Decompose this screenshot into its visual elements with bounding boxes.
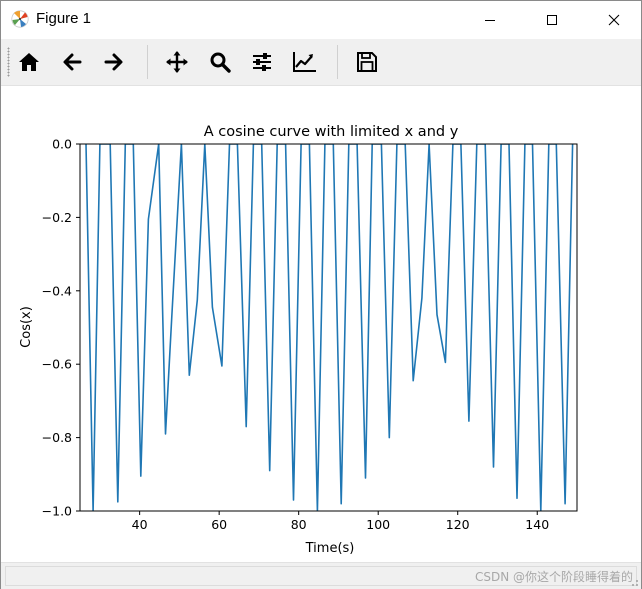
watermark-text: CSDN @你这个阶段睡得着的 (474, 570, 633, 584)
cosine-line-chart: A cosine curve with limited x and y 40 60… (19, 124, 578, 556)
sliders-icon (253, 53, 271, 71)
line-chart-icon (293, 52, 316, 72)
save-button[interactable] (350, 46, 384, 78)
subplots-button[interactable] (245, 46, 279, 78)
figure-canvas[interactable]: A cosine curve with limited x and y 40 60… (1, 86, 641, 562)
arrow-left-icon (63, 53, 82, 71)
y-tick-label: −0.4 (42, 283, 72, 298)
magnifier-icon (210, 52, 231, 73)
x-tick-label: 120 (446, 517, 470, 532)
back-button[interactable] (55, 46, 89, 78)
edit-axes-button[interactable] (288, 46, 322, 78)
status-bar: CSDN @你这个阶段睡得着的 (1, 562, 641, 589)
close-icon (608, 14, 620, 26)
y-axis-ticks: 0.0 −0.2 −0.4 −0.6 −0.8 −1.0 (42, 137, 80, 519)
minimize-icon (485, 20, 495, 21)
navigation-toolbar (1, 39, 641, 86)
forward-button[interactable] (97, 46, 131, 78)
maximize-button[interactable] (529, 1, 575, 39)
series-line-cos (85, 144, 574, 511)
y-tick-label: −1.0 (42, 504, 72, 519)
plot-area (85, 144, 574, 511)
y-tick-label: 0.0 (52, 137, 72, 152)
zoom-button[interactable] (203, 46, 237, 78)
pan-button[interactable] (160, 46, 194, 78)
y-tick-label: −0.2 (42, 210, 72, 225)
close-button[interactable] (591, 1, 637, 39)
floppy-disk-icon (357, 52, 377, 72)
chart-title: A cosine curve with limited x and y (204, 124, 459, 140)
toolbar-grip[interactable] (7, 47, 10, 77)
move-icon (166, 51, 188, 73)
title-bar[interactable]: Figure 1 (1, 1, 641, 39)
y-tick-label: −0.8 (42, 430, 72, 445)
window-title: Figure 1 (36, 10, 92, 27)
home-icon (19, 53, 39, 71)
figure-window: Figure 1 A cosine curve with limited x a… (0, 0, 642, 589)
maximize-icon (547, 15, 557, 25)
matplotlib-logo-icon (11, 10, 29, 28)
toolbar-separator (147, 45, 148, 79)
x-tick-label: 40 (132, 517, 148, 532)
x-tick-label: 100 (366, 517, 390, 532)
x-tick-label: 80 (291, 517, 307, 532)
resize-grip-icon[interactable] (629, 577, 639, 587)
y-tick-label: −0.6 (42, 357, 72, 372)
arrow-right-icon (104, 53, 123, 71)
x-tick-label: 140 (525, 517, 549, 532)
minimize-button[interactable] (467, 1, 513, 39)
home-button[interactable] (12, 46, 46, 78)
x-axis-ticks: 40 60 80 100 120 140 (132, 511, 549, 532)
axes-frame (79, 143, 578, 512)
y-axis-label: Cos(x) (19, 306, 34, 348)
toolbar-separator (337, 45, 338, 79)
x-axis-label: Time(s) (305, 541, 355, 556)
x-tick-label: 60 (211, 517, 227, 532)
